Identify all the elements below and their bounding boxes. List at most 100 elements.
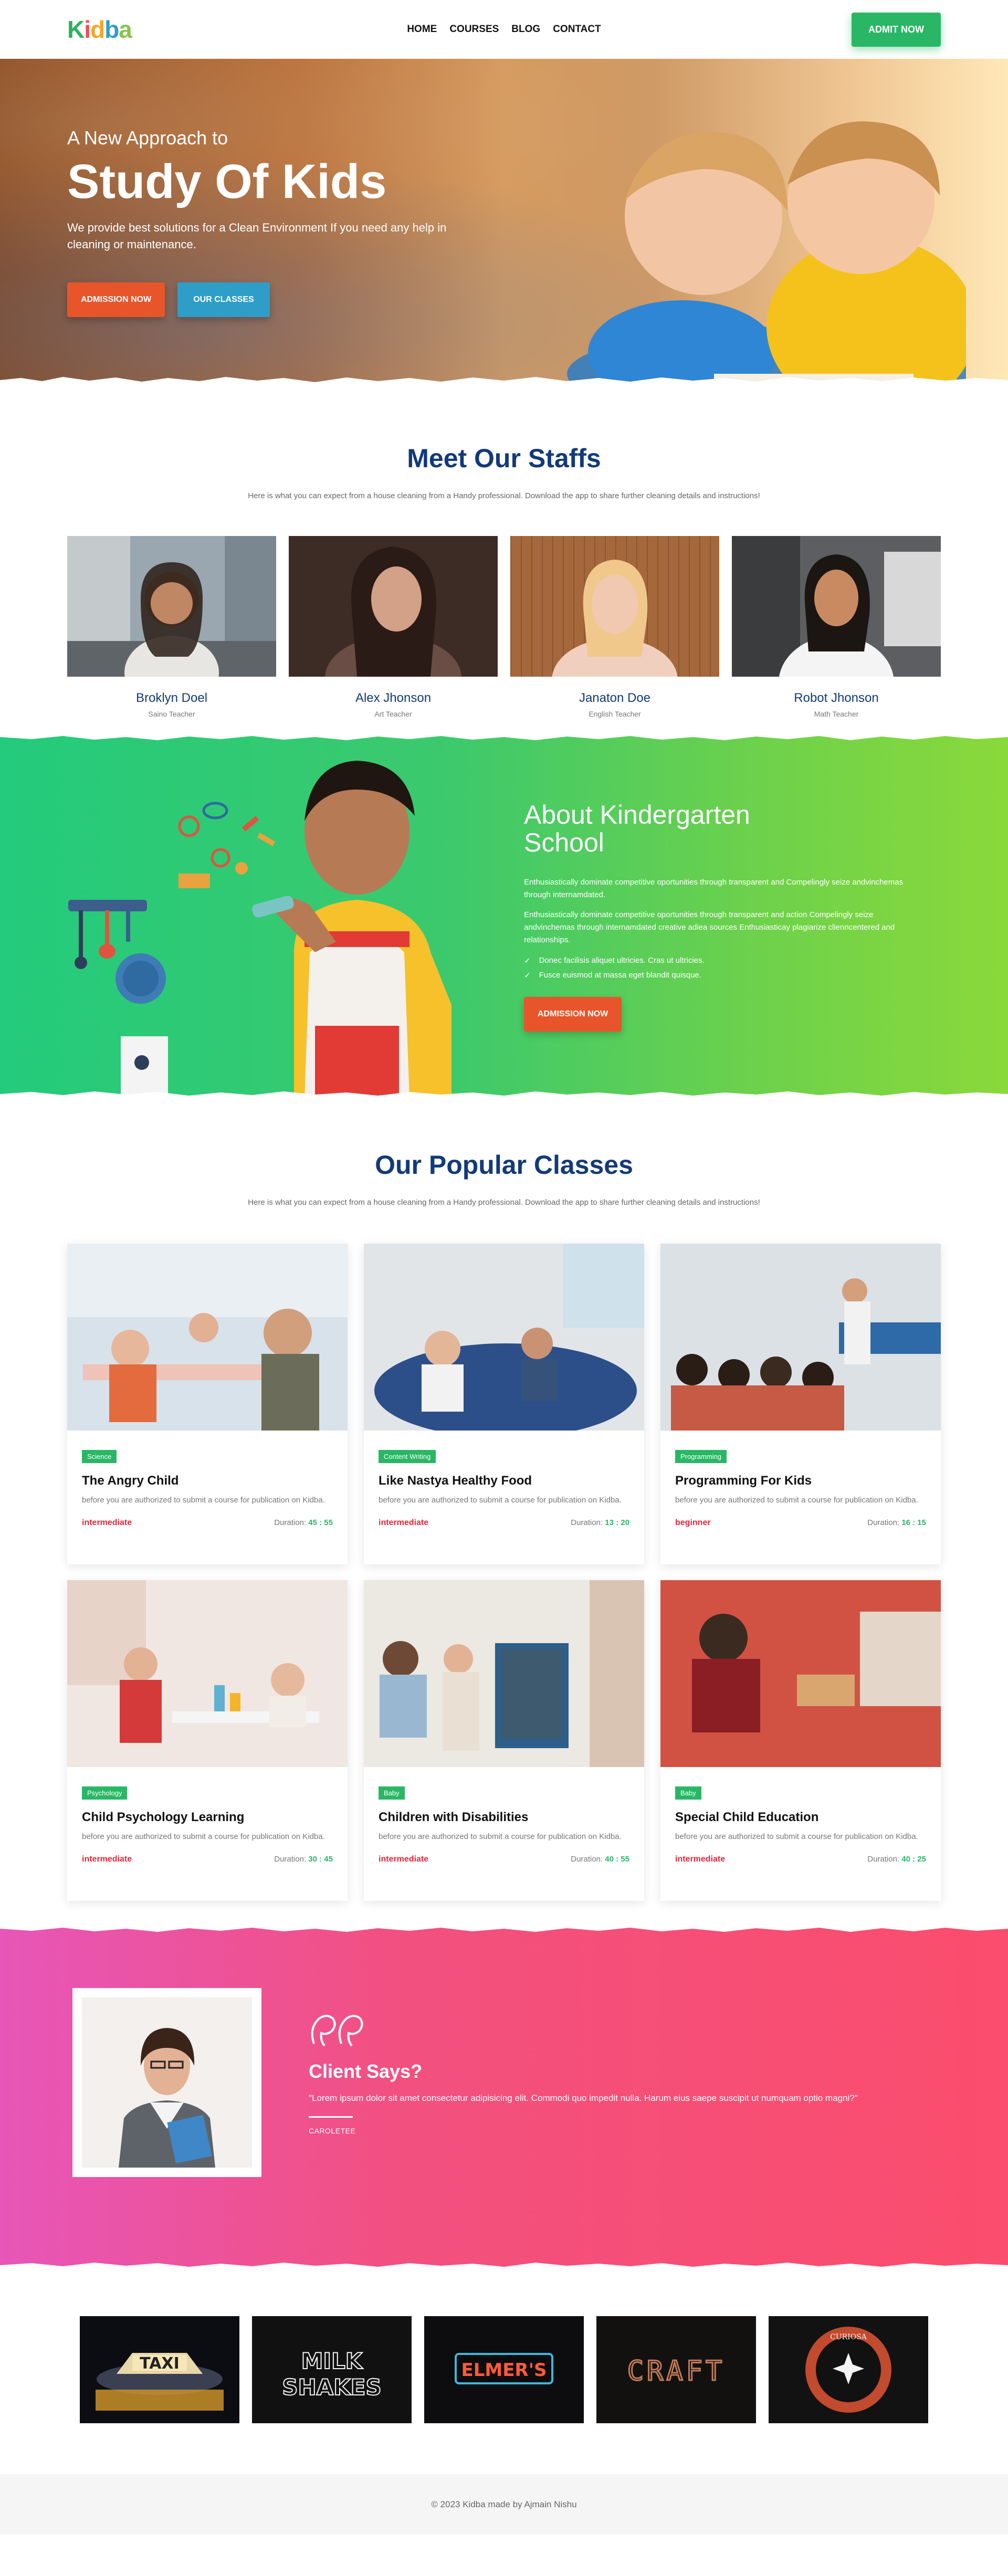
class-level: intermediate [379, 1854, 429, 1864]
torn-edge-divider [0, 1091, 1008, 1099]
about-list-item: ✓ Donec facilisis aliquet ultricies. Cras… [524, 956, 912, 965]
brand-logo-elmers[interactable]: ELMER'S [424, 2316, 584, 2423]
hero-buttons: ADMISSION NOW OUR CLASSES [67, 282, 466, 317]
class-tag[interactable]: Science [82, 1450, 117, 1463]
footer: © 2023 Kidba made by Ajmain Nishu [0, 2474, 1008, 2535]
check-icon: ✓ [524, 971, 531, 980]
brand-logo-curiosa[interactable]: CURIOSA [769, 2316, 928, 2423]
class-card[interactable]: Programming Programming For Kids before … [660, 1244, 941, 1564]
class-title[interactable]: Child Psychology Learning [82, 1810, 333, 1825]
class-body: Baby Special Child Education before you … [660, 1770, 941, 1864]
client-photo-frame [72, 1988, 261, 2177]
class-meta: intermediate Duration: 40 : 55 [379, 1855, 629, 1864]
class-level: intermediate [82, 1518, 132, 1527]
class-title[interactable]: Like Nastya Healthy Food [379, 1474, 629, 1488]
staff-role: English Teacher [589, 710, 641, 718]
class-card[interactable]: Psychology Child Psychology Learning bef… [67, 1580, 348, 1901]
check-icon: ✓ [524, 956, 531, 965]
staff-photo [67, 536, 276, 709]
admit-now-button[interactable]: ADMIT NOW [852, 12, 941, 47]
class-card[interactable]: Science The Angry Child before you are a… [67, 1244, 348, 1564]
brand-text: MILK [301, 2348, 363, 2374]
staffs-section: Meet Our Staffs Here is what you can exp… [0, 391, 1008, 732]
class-meta: intermediate Duration: 45 : 55 [82, 1518, 333, 1528]
staff-role: Art Teacher [374, 710, 412, 718]
class-tag[interactable]: Content Writing [379, 1450, 436, 1463]
client-quote: "Lorem ipsum dolor sit amet consectetur … [309, 2093, 858, 2103]
staff-name: Broklyn Doel [135, 691, 208, 705]
staff-role: Math Teacher [814, 710, 859, 718]
class-image [67, 1244, 348, 1431]
nav-courses[interactable]: COURSES [449, 24, 499, 35]
staff-card[interactable]: Robot Jhonson Math Teacher [732, 536, 941, 730]
class-title[interactable]: Special Child Education [675, 1810, 926, 1825]
logo-letter: b [104, 16, 119, 43]
class-card[interactable]: Baby Special Child Education before you … [660, 1580, 941, 1901]
class-desc: before you are authorized to submit a co… [675, 1496, 918, 1505]
brand-logo-craft[interactable]: CRAFT [596, 2316, 756, 2423]
class-tag[interactable]: Baby [675, 1786, 701, 1800]
staff-photo [510, 536, 719, 722]
hero-title: Study Of Kids [67, 155, 387, 208]
navbar: Kidba HOME COURSES BLOG CONTACT ADMIT NO… [0, 0, 1008, 59]
hero-subtitle: A New Approach to [67, 127, 228, 149]
duration-value: 30 : 45 [308, 1854, 333, 1864]
staff-card[interactable]: Alex Jhonson Art Teacher [289, 536, 498, 720]
classes-section: Our Popular Classes Here is what you can… [0, 1099, 1008, 1924]
brand-logo-taxi[interactable]: TAXI [80, 2316, 239, 2423]
nav-blog[interactable]: BLOG [511, 24, 540, 35]
divider [309, 2116, 353, 2118]
brand-text: CURIOSA [830, 2333, 867, 2341]
brands-section: TAXI MILK SHAKES ELMER'S CRAFT CURIOSA [0, 2270, 1008, 2474]
class-body: Programming Programming For Kids before … [660, 1433, 941, 1528]
about-list-text: Fusce euismod at massa eget blandit quis… [539, 971, 701, 980]
duration-value: 16 : 15 [901, 1518, 926, 1527]
nav-home[interactable]: HOME [407, 24, 437, 35]
staff-role: Saino Teacher [148, 710, 195, 718]
class-title[interactable]: The Angry Child [82, 1474, 333, 1488]
about-paragraph: Enthusiastically dominate competitive op… [524, 878, 904, 899]
logo[interactable]: Kidba [67, 15, 132, 44]
class-tag[interactable]: Programming [675, 1450, 727, 1463]
class-level: beginner [675, 1518, 711, 1527]
class-body: Baby Children with Disabilities before y… [364, 1770, 644, 1864]
class-meta: intermediate Duration: 13 : 20 [379, 1518, 629, 1528]
admission-now-button[interactable]: ADMISSION NOW [67, 282, 165, 317]
class-desc: before you are authorized to submit a co… [379, 1496, 622, 1505]
class-image [364, 1244, 644, 1438]
brand-text: TAXI [140, 2354, 180, 2373]
testimonial-section: Client Says? "Lorem ipsum dolor sit amet… [0, 1924, 1008, 2270]
class-duration: Duration: 40 : 55 [571, 1855, 629, 1864]
classes-title: Our Popular Classes [375, 1150, 633, 1180]
about-paragraph: Enthusiastically dominate competitive op… [524, 910, 895, 944]
nav-contact[interactable]: CONTACT [553, 24, 601, 35]
class-tag[interactable]: Psychology [82, 1786, 128, 1800]
footer-text: © 2023 Kidba made by Ajmain Nishu [431, 2499, 577, 2509]
about-title: About Kindergarten School [524, 801, 912, 856]
duration-label: Duration: [571, 1518, 603, 1527]
staff-photo [732, 536, 941, 730]
torn-edge-divider [0, 1924, 1008, 1932]
staff-card[interactable]: Broklyn Doel Saino Teacher [67, 536, 276, 718]
classes-subtitle: Here is what you can expect from a house… [248, 1198, 760, 1207]
about-admission-button[interactable]: ADMISSION NOW [524, 997, 622, 1032]
class-tag[interactable]: Baby [379, 1786, 405, 1800]
duration-value: 40 : 55 [605, 1854, 629, 1864]
about-title-line1: About Kindergarten [524, 800, 750, 829]
duration-value: 13 : 20 [605, 1518, 629, 1527]
brand-text: SHAKES [282, 2374, 381, 2400]
class-title[interactable]: Children with Disabilities [379, 1810, 629, 1825]
staffs-subtitle: Here is what you can expect from a house… [248, 491, 760, 500]
class-card[interactable]: Baby Children with Disabilities before y… [364, 1580, 644, 1901]
class-card[interactable]: Content Writing Like Nastya Healthy Food… [364, 1244, 644, 1564]
class-desc: before you are authorized to submit a co… [379, 1832, 622, 1841]
torn-edge-divider [0, 377, 1008, 391]
class-image [67, 1580, 348, 1767]
staff-card[interactable]: Janaton Doe English Teacher [510, 536, 719, 722]
brand-logo-milkshakes[interactable]: MILK SHAKES [252, 2316, 412, 2423]
class-image [660, 1580, 941, 1767]
class-title[interactable]: Programming For Kids [675, 1474, 926, 1488]
class-duration: Duration: 16 : 15 [867, 1518, 926, 1528]
our-classes-button[interactable]: OUR CLASSES [177, 282, 270, 317]
hero-text: We provide best solutions for a Clean En… [67, 221, 447, 251]
